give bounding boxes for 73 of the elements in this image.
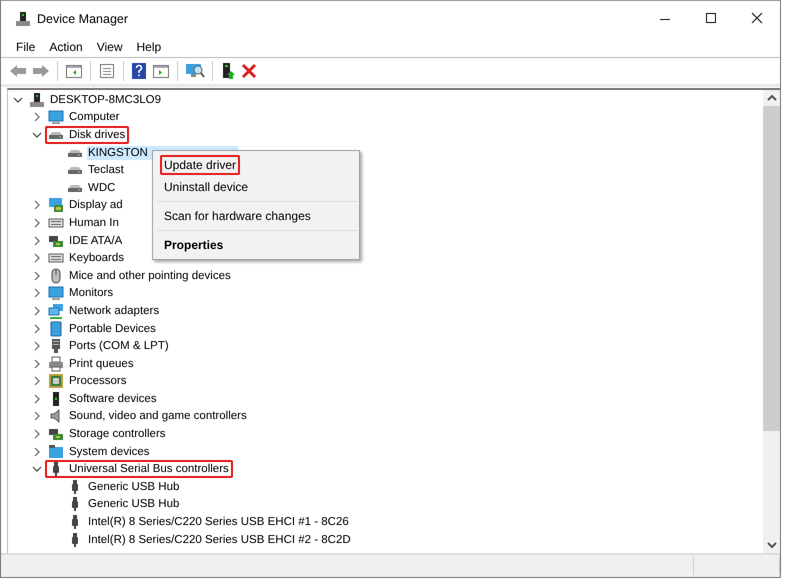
device-item[interactable]: Generic USB Hub xyxy=(87,480,180,494)
device-item[interactable]: Print queues xyxy=(68,356,135,371)
help-icon[interactable] xyxy=(131,62,147,80)
chevron-right-icon[interactable] xyxy=(34,200,40,210)
chevron-down-icon[interactable] xyxy=(32,132,42,138)
folder-icon xyxy=(48,444,64,460)
network-icon xyxy=(48,302,64,319)
chevron-right-icon[interactable] xyxy=(34,411,40,422)
console-tree-icon[interactable] xyxy=(65,63,83,79)
menu-item[interactable]: Help xyxy=(130,39,168,55)
chevron-right-icon[interactable] xyxy=(34,394,40,404)
menu-item[interactable]: Action xyxy=(42,39,90,55)
computer-icon xyxy=(29,92,45,108)
properties-icon[interactable] xyxy=(98,63,116,79)
chip-icon xyxy=(48,373,64,390)
uninstall-icon[interactable] xyxy=(241,63,257,79)
monitor-icon xyxy=(48,285,64,302)
device-item[interactable]: Human In xyxy=(68,216,120,230)
chevron-down-icon[interactable] xyxy=(32,466,42,472)
device-item[interactable]: Ports (COM & LPT) xyxy=(68,339,170,354)
device-item[interactable]: Intel(R) 8 Series/C220 Series USB EHCI #2 - 8C2D xyxy=(87,532,352,547)
device-item[interactable]: Sound, video and game controllers xyxy=(68,409,248,424)
device-item[interactable]: WDC xyxy=(87,180,116,195)
computer-name[interactable]: DESKTOP-8MC3LO9 xyxy=(49,92,162,107)
chevron-right-icon[interactable] xyxy=(34,218,40,228)
update-driver-icon[interactable] xyxy=(220,62,236,80)
device-item[interactable]: Mice and other pointing devices xyxy=(68,268,232,283)
device-item[interactable]: Network adapters xyxy=(68,304,160,318)
menu-item[interactable]: View xyxy=(90,39,130,55)
chevron-down-icon[interactable] xyxy=(13,96,23,103)
device-item[interactable]: IDE ATA/A xyxy=(68,234,124,248)
device-item[interactable]: Storage controllers xyxy=(68,427,167,442)
device-item[interactable]: Software devices xyxy=(68,392,158,406)
chevron-right-icon[interactable] xyxy=(34,429,40,440)
monitor-icon xyxy=(48,109,64,126)
action-pane-icon[interactable] xyxy=(152,63,170,79)
menu-item[interactable]: File xyxy=(9,39,42,55)
menu-item[interactable]: Uninstall device xyxy=(160,177,252,197)
device-item[interactable]: Keyboards xyxy=(68,251,125,266)
device-item[interactable]: Portable Devices xyxy=(68,322,157,336)
chevron-right-icon[interactable] xyxy=(34,236,40,246)
device-item[interactable]: Display ad xyxy=(68,198,124,212)
device-item[interactable]: System devices xyxy=(68,444,151,459)
chevron-right-icon[interactable] xyxy=(34,253,40,264)
chevron-right-icon[interactable] xyxy=(34,306,40,316)
menu-item[interactable]: Scan for hardware changes xyxy=(160,206,315,226)
storage-card-icon xyxy=(48,426,64,442)
device-item[interactable]: Computer xyxy=(68,110,120,124)
device-item[interactable]: Generic USB Hub xyxy=(87,497,180,512)
chevron-right-icon[interactable] xyxy=(34,288,40,298)
tower-icon xyxy=(15,11,31,27)
chevron-right-icon[interactable] xyxy=(34,358,40,369)
menu-item[interactable]: Update driver xyxy=(160,155,240,175)
chevron-right-icon[interactable] xyxy=(34,341,40,352)
printer-icon xyxy=(48,356,64,372)
chevron-right-icon[interactable] xyxy=(34,446,40,457)
window-title: Device Manager xyxy=(37,12,128,26)
chevron-right-icon[interactable] xyxy=(34,270,40,281)
vertical-scrollbar[interactable] xyxy=(763,90,780,553)
forward-icon[interactable] xyxy=(32,63,50,79)
tablet-icon xyxy=(48,320,64,337)
display-card-icon xyxy=(48,197,64,214)
menu-item[interactable]: Properties xyxy=(160,235,228,255)
chevron-right-icon[interactable] xyxy=(34,112,40,122)
device-item[interactable]: Intel(R) 8 Series/C220 Series USB EHCI #1 - 8C26 xyxy=(87,515,350,530)
scan-monitor-icon[interactable] xyxy=(185,62,205,80)
device-item[interactable]: Monitors xyxy=(68,286,114,300)
chevron-right-icon[interactable] xyxy=(34,324,40,334)
back-icon[interactable] xyxy=(9,63,27,79)
scrollbar-thumb[interactable] xyxy=(763,106,780,431)
device-item[interactable]: Teclast xyxy=(87,163,125,178)
device-item[interactable]: Processors xyxy=(68,374,128,388)
chevron-right-icon[interactable] xyxy=(34,376,40,386)
